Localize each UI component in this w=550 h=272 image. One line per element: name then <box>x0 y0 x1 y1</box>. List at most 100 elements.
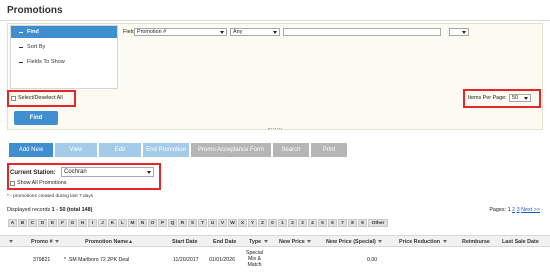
chevron-down-icon <box>147 170 151 174</box>
nav-sort-by[interactable]: Sort By <box>11 41 117 53</box>
alpha-filter-m[interactable]: M <box>128 219 137 227</box>
nav-fields-to-show-label: Fields To Show <box>27 59 65 65</box>
alpha-filter-2[interactable]: 2 <box>288 219 297 227</box>
alpha-filter-c[interactable]: C <box>28 219 37 227</box>
alpha-filter-0[interactable]: 0 <box>268 219 277 227</box>
alpha-filter-a[interactable]: A <box>8 219 17 227</box>
alpha-filter-t[interactable]: T <box>198 219 207 227</box>
items-per-page-label: Items Per Page: <box>468 95 507 101</box>
print-button[interactable]: Print <box>311 143 347 157</box>
panel-resize-handle[interactable] <box>268 128 282 130</box>
show-all-control[interactable]: Show All Promotions <box>10 180 66 187</box>
nav-find[interactable]: Find <box>11 26 117 38</box>
extra-select[interactable] <box>449 28 469 36</box>
find-button[interactable]: Find <box>14 111 58 125</box>
alpha-filter-i[interactable]: I <box>88 219 97 227</box>
page-3-link[interactable]: 3 <box>517 207 520 213</box>
table-header: Promo # Promotion Name▲ Start Date End D… <box>0 235 550 247</box>
station-select[interactable]: Cochran <box>61 167 154 177</box>
select-all-checkbox[interactable] <box>11 95 16 101</box>
alpha-filter-f[interactable]: F <box>58 219 67 227</box>
recent-promotions-note: * - promotions created during last 7 day… <box>7 194 94 199</box>
alpha-filter-d[interactable]: D <box>38 219 47 227</box>
add-new-button[interactable]: Add New <box>9 143 53 157</box>
alpha-filter-v[interactable]: V <box>218 219 227 227</box>
col-new-price-special-label: New Price (Special) <box>326 239 376 245</box>
nav-fields-to-show[interactable]: Fields To Show <box>11 56 117 68</box>
filter-icon[interactable] <box>442 240 447 244</box>
col-type[interactable]: Type <box>249 239 268 245</box>
col-promotion-name-label: Promotion Name <box>85 239 129 245</box>
show-all-checkbox[interactable] <box>10 180 15 186</box>
alpha-filter-b[interactable]: B <box>18 219 27 227</box>
sort-asc-icon: ▲ <box>128 239 134 245</box>
view-button[interactable]: View <box>55 143 97 157</box>
chevron-down-icon <box>220 30 224 34</box>
next-page-link[interactable]: Next >> <box>521 207 540 213</box>
alpha-filter-7[interactable]: 7 <box>338 219 347 227</box>
operator-select[interactable]: Any <box>230 28 280 36</box>
alpha-filter-j[interactable]: J <box>98 219 107 227</box>
bullet-icon <box>19 61 23 63</box>
page-2-link[interactable]: 2 <box>512 207 515 213</box>
nav-find-label: Find <box>27 29 39 35</box>
cell-promotion-name: * .SM Marlboro 72 2PK Deal <box>64 257 130 263</box>
alpha-filter-w[interactable]: W <box>228 219 237 227</box>
alpha-filter-l[interactable]: L <box>118 219 127 227</box>
col-new-price[interactable]: New Price <box>279 239 312 245</box>
alpha-filter-y[interactable]: Y <box>248 219 257 227</box>
alpha-filter-e[interactable]: E <box>48 219 57 227</box>
alpha-filter-r[interactable]: R <box>178 219 187 227</box>
filter-icon[interactable] <box>55 240 60 244</box>
alpha-filter-g[interactable]: G <box>68 219 77 227</box>
alpha-filter-5[interactable]: 5 <box>318 219 327 227</box>
alpha-filter-p[interactable]: P <box>158 219 167 227</box>
alpha-filter-h[interactable]: H <box>78 219 87 227</box>
col-price-reduction[interactable]: Price Reduction <box>399 239 447 245</box>
search-button[interactable]: Search <box>273 143 309 157</box>
edit-button[interactable]: Edit <box>99 143 141 157</box>
alpha-filter-z[interactable]: Z <box>258 219 267 227</box>
alpha-filter-9[interactable]: 9 <box>358 219 367 227</box>
cell-type: Special Mix & Match <box>246 250 263 268</box>
table-row[interactable]: 379821 * .SM Marlboro 72 2PK Deal 11/20/… <box>0 248 550 272</box>
col-promotion-name[interactable]: Promotion Name▲ <box>85 239 133 245</box>
items-per-page-select[interactable]: 50 <box>509 94 531 102</box>
col-end-date[interactable]: End Date <box>213 239 236 245</box>
col-start-date[interactable]: Start Date <box>172 239 197 245</box>
promo-acceptance-form-button[interactable]: Promo Acceptance Form <box>191 143 271 157</box>
col-new-price-special[interactable]: New Price (Special) <box>326 239 383 245</box>
alpha-filter-s[interactable]: S <box>188 219 197 227</box>
col-promo[interactable]: Promo # <box>31 239 60 245</box>
alpha-filter-8[interactable]: 8 <box>348 219 357 227</box>
cell-type-line: Match <box>247 262 262 268</box>
search-nav: Find Sort By Fields To Show <box>10 25 118 89</box>
filter-icon[interactable] <box>378 240 383 244</box>
alpha-filter-n[interactable]: N <box>138 219 147 227</box>
filter-icon[interactable] <box>307 240 312 244</box>
col-last-sale-date[interactable]: Last Sale Date <box>502 239 539 245</box>
field-select[interactable]: Promotion # <box>134 28 227 36</box>
filter-icon[interactable] <box>9 240 13 244</box>
alpha-filter-6[interactable]: 6 <box>328 219 337 227</box>
filter-icon[interactable] <box>263 240 268 244</box>
col-promo-label: Promo # <box>31 239 53 245</box>
col-reimburse[interactable]: Reimburse <box>462 239 490 245</box>
alpha-filter-1[interactable]: 1 <box>278 219 287 227</box>
select-all-label: Select/Deselect All <box>18 95 63 101</box>
pagination: Pages: 1 2 3 Next >> <box>489 207 540 213</box>
alpha-filter-u[interactable]: U <box>208 219 217 227</box>
alpha-filter-3[interactable]: 3 <box>298 219 307 227</box>
alpha-filter-x[interactable]: X <box>238 219 247 227</box>
select-all-control[interactable]: Select/Deselect All <box>11 95 63 102</box>
end-promotion-button[interactable]: End Promotion <box>143 143 189 157</box>
alpha-filter-q[interactable]: Q <box>168 219 177 227</box>
alpha-filter-4[interactable]: 4 <box>308 219 317 227</box>
chevron-down-icon <box>273 30 277 34</box>
alphabet-filter: A B C D E F G H I J K L M N O P Q R S T U V W X Y Z 0 1 2 3 4 5 6 7 8 9 Othe… <box>8 219 388 227</box>
station-select-value: Cochran <box>64 169 87 175</box>
search-value-input[interactable] <box>283 28 441 36</box>
alpha-filter-o[interactable]: O <box>148 219 157 227</box>
alpha-filter-k[interactable]: K <box>108 219 117 227</box>
alpha-filter-other[interactable]: Other <box>368 219 388 227</box>
